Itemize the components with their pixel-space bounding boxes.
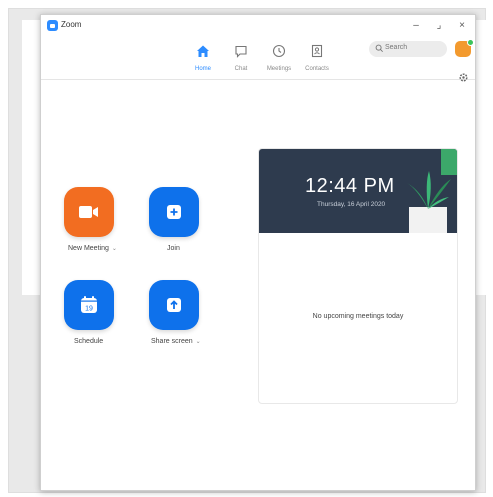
schedule-label: Schedule <box>74 338 104 345</box>
home-icon <box>197 45 209 57</box>
contacts-icon <box>311 44 323 58</box>
plus-icon <box>167 205 181 219</box>
schedule-button[interactable]: 19 <box>64 280 114 330</box>
new-meeting-text: New Meeting <box>68 245 109 252</box>
chevron-down-icon[interactable]: ⌄ <box>196 339 201 345</box>
plant-illustration <box>407 149 457 233</box>
avatar[interactable] <box>455 39 474 57</box>
calendar-day: 19 <box>85 306 93 313</box>
calendar-icon: 19 <box>81 296 97 313</box>
title-bar: Zoom – ⌟ × <box>41 15 475 37</box>
status-dot <box>467 39 474 46</box>
tab-home-label: Home <box>194 66 211 72</box>
join-button[interactable] <box>149 187 199 237</box>
zoom-window: Zoom – ⌟ × Home Chat Meetings Contacts S… <box>40 14 476 491</box>
zoom-logo-icon <box>47 20 58 31</box>
search-icon <box>375 44 383 52</box>
new-meeting-button[interactable] <box>64 187 114 237</box>
share-screen-button[interactable] <box>149 280 199 330</box>
current-date: Thursday, 16 April 2020 <box>317 201 386 208</box>
tab-meetings[interactable]: Meetings <box>259 41 299 75</box>
gear-icon[interactable] <box>458 72 469 83</box>
upcoming-meetings-card: 12:44 PM Thursday, 16 April 2020 No upco… <box>258 148 458 404</box>
card-header: 12:44 PM Thursday, 16 April 2020 <box>259 149 457 233</box>
no-meetings-text: No upcoming meetings today <box>312 313 404 320</box>
join-label: Join <box>167 245 180 252</box>
chevron-down-icon[interactable]: ⌄ <box>112 246 117 252</box>
share-screen-label: Share screen ⌄ <box>151 338 201 345</box>
clock-icon <box>272 44 286 58</box>
tab-chat-label: Chat <box>234 66 248 72</box>
tab-meetings-label: Meetings <box>266 66 292 72</box>
video-camera-icon <box>79 206 98 218</box>
window-title: Zoom <box>61 20 82 29</box>
tab-chat[interactable]: Chat <box>221 41 261 75</box>
current-time: 12:44 PM <box>305 175 395 197</box>
minimize-button[interactable]: – <box>407 17 425 35</box>
tab-home[interactable]: Home <box>183 41 223 75</box>
maximize-button[interactable]: ⌟ <box>430 17 448 35</box>
search-input[interactable]: Search <box>369 41 447 57</box>
tab-contacts-label: Contacts <box>305 66 329 72</box>
close-button[interactable]: × <box>453 17 471 35</box>
share-screen-text: Share screen <box>151 338 193 345</box>
new-meeting-label: New Meeting ⌄ <box>68 245 117 252</box>
share-screen-icon <box>167 298 181 312</box>
tab-contacts[interactable]: Contacts <box>297 41 337 75</box>
search-placeholder: Search <box>385 44 408 51</box>
chat-icon <box>235 45 247 58</box>
